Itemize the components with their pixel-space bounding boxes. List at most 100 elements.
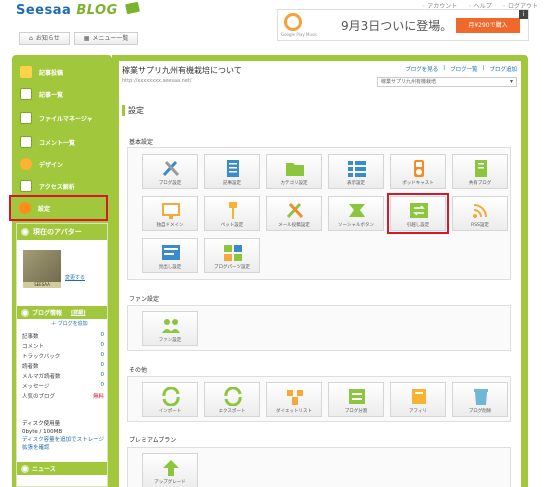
tile-label: ブログ分割 [344, 409, 368, 414]
sidebar-item-files[interactable]: ファイルマネージャ [12, 107, 112, 129]
tile-label: メール投稿設定 [278, 223, 310, 228]
blog-info-detail-link[interactable]: [詳細] [71, 309, 86, 316]
avatar-badge: SEESAA [23, 282, 61, 288]
advertisement[interactable]: Google Play Music 9月3日ついに登場。 月¥290で購入 i [277, 9, 529, 41]
tile-label: 独自ドメイン [156, 223, 184, 228]
tile-label: カテゴリ設定 [280, 181, 308, 186]
tile-label: 見出し設定 [158, 265, 182, 270]
stat-row: 記事数 0 [22, 332, 104, 342]
section-other: インポート エクスポート ダイエットリスト ブログ分割 アフィリ ブログ削除 [127, 376, 511, 422]
ipod-icon [414, 160, 424, 177]
tile-custom-domain[interactable]: 独自ドメイン [142, 196, 198, 231]
stat-row: コメント 0 [22, 342, 104, 352]
stat-row: 人気のブログ 無料 [22, 392, 104, 402]
sidebar: 記事投稿 記事一覧 ファイルマネージャ コメント一覧 デザイン アクセス解析 設… [9, 55, 112, 487]
tile-import[interactable]: インポート [142, 382, 198, 417]
tile-category-settings[interactable]: カテゴリ設定 [266, 154, 322, 189]
avatar[interactable]: SEESAA [23, 250, 61, 288]
tile-social-button[interactable]: ソーシャルボタン [328, 196, 384, 231]
stat-row: 読者数 0 [22, 362, 104, 372]
sidebar-item-design[interactable]: デザイン [12, 153, 112, 175]
tile-blog-settings[interactable]: ブログ設定 [142, 154, 198, 189]
blog-stats: 記事数 0 コメント 0 トラックバック 0 読者数 0 メルマガ読者数 0 メ… [22, 332, 104, 402]
stat-value: 0 [100, 382, 105, 388]
seesaa-blog-logo[interactable]: Seesaa BLOG [16, 1, 140, 18]
view-blog-link[interactable]: ブログを見る [405, 65, 438, 73]
main-panel: 稼業サプリ九州有機栽培について http://xxxxxxxx.seesaa.n… [112, 55, 528, 487]
tile-heading-settings[interactable]: 見出し設定 [142, 238, 198, 273]
import-icon [162, 387, 180, 406]
pencil-icon [20, 66, 32, 78]
tile-article-settings[interactable]: 記事設定 [204, 154, 260, 189]
stat-label: 人気のブログ [22, 394, 56, 400]
stat-value: 0 [100, 372, 105, 378]
blog-url[interactable]: http://xxxxxxxx.seesaa.net/ [122, 78, 192, 84]
blog-select[interactable]: 稼業サプリ九州有機栽培 [377, 77, 517, 87]
tile-pet-settings[interactable]: ペット設定 [204, 196, 260, 231]
sidebar-item-articles[interactable]: 記事一覧 [12, 83, 112, 105]
section-other-label: その他 [129, 367, 148, 374]
sidebar-item-post[interactable]: 記事投稿 [12, 61, 112, 83]
tile-diet-list[interactable]: ダイエットリスト [266, 382, 322, 417]
folder-icon [286, 163, 304, 176]
tile-blog-split[interactable]: ブログ分割 [328, 382, 384, 417]
ad-buy-button[interactable]: 月¥290で購入 [456, 18, 520, 33]
bullet-icon [21, 228, 29, 236]
news-title: ニュース [32, 466, 56, 473]
blog-links: ブログを見る | ブログ一覧 | ブログ追加 [405, 65, 517, 73]
comment-icon [20, 136, 32, 148]
stat-value: 0 [100, 362, 105, 368]
tab-news[interactable]: ⌂ お知らせ [19, 32, 70, 45]
sidebar-item-comments[interactable]: コメント一覧 [12, 131, 112, 153]
avatar-section-title: 現在のアバター [33, 228, 82, 236]
section-fan: ファン設定 [127, 305, 511, 351]
tile-display-settings[interactable]: 表示設定 [328, 154, 384, 189]
tile-transfer-settings[interactable]: 引越し設定 [387, 193, 449, 234]
ad-info-icon[interactable]: i [519, 10, 528, 19]
tile-mail-post-settings[interactable]: メール投稿設定 [266, 196, 322, 231]
domain-icon [162, 203, 180, 219]
ad-brand: Google Play Music [281, 32, 318, 37]
sidebar-item-analytics[interactable]: アクセス解析 [12, 175, 112, 197]
tile-upgrade[interactable]: アップグレード [142, 453, 198, 487]
tile-fan-settings[interactable]: ファン設定 [142, 311, 198, 346]
tile-blog-delete[interactable]: ブログ削除 [452, 382, 508, 417]
disk-upgrade-link[interactable]: ディスク容量を追加でストレージ拡張を確認 [22, 436, 106, 452]
tile-label: 記事設定 [223, 181, 241, 186]
stat-value: 0 [100, 342, 105, 348]
sidebar-item-label: アクセス解析 [39, 183, 75, 191]
blog-info-title: ブログ情報 [32, 310, 63, 317]
section-premium-label: プレミアムプラン [129, 437, 177, 444]
stat-row: トラックバック 0 [22, 352, 104, 362]
tile-blog-parts[interactable]: ブログパーツ設定 [204, 238, 260, 273]
add-blog-link[interactable]: ＋ ブログを追加 [51, 320, 88, 327]
stat-label: メッセージ [22, 384, 50, 390]
section-basic: ブログ設定 記事設定 カテゴリ設定 表示設定 ポッドキャスト 共有ブログ 独自ド… [127, 147, 511, 280]
change-avatar-link[interactable]: 変更する [65, 274, 85, 281]
tile-label: アフィリ [409, 409, 427, 414]
blog-info-header: ブログ情報 [詳細] [17, 306, 107, 319]
plus-icon: ＋ [51, 321, 57, 327]
avatar-section-header: 現在のアバター [17, 224, 107, 240]
stat-value: 無料 [92, 394, 104, 400]
disk-label: ディスク使用量 [22, 421, 61, 427]
tile-affiliate[interactable]: アフィリ [390, 382, 446, 417]
tile-rss-settings[interactable]: RSS設定 [452, 196, 508, 231]
tile-shared-blog[interactable]: 共有ブログ [452, 154, 508, 189]
tile-podcast[interactable]: ポッドキャスト [390, 154, 446, 189]
tile-label: アップグレード [154, 480, 186, 485]
document-icon [20, 88, 32, 100]
tile-export[interactable]: エクスポート [204, 382, 260, 417]
blog-list-link[interactable]: ブログ一覧 [450, 65, 478, 73]
settings-icon [19, 202, 31, 214]
notebook-icon [475, 160, 487, 177]
tab-menu[interactable]: ▦ メニュー一覧 [73, 32, 139, 45]
rss-icon [473, 204, 487, 218]
tab-menu-label: メニュー一覧 [92, 35, 129, 42]
sidebar-item-label: ファイルマネージャ [39, 115, 93, 123]
diet-icon [287, 390, 303, 405]
page-title: 設定 [122, 105, 144, 116]
sidebar-item-settings[interactable]: 設定 [9, 195, 108, 221]
add-blog-link-top[interactable]: ブログ追加 [489, 65, 517, 73]
transfer-icon [410, 203, 428, 218]
